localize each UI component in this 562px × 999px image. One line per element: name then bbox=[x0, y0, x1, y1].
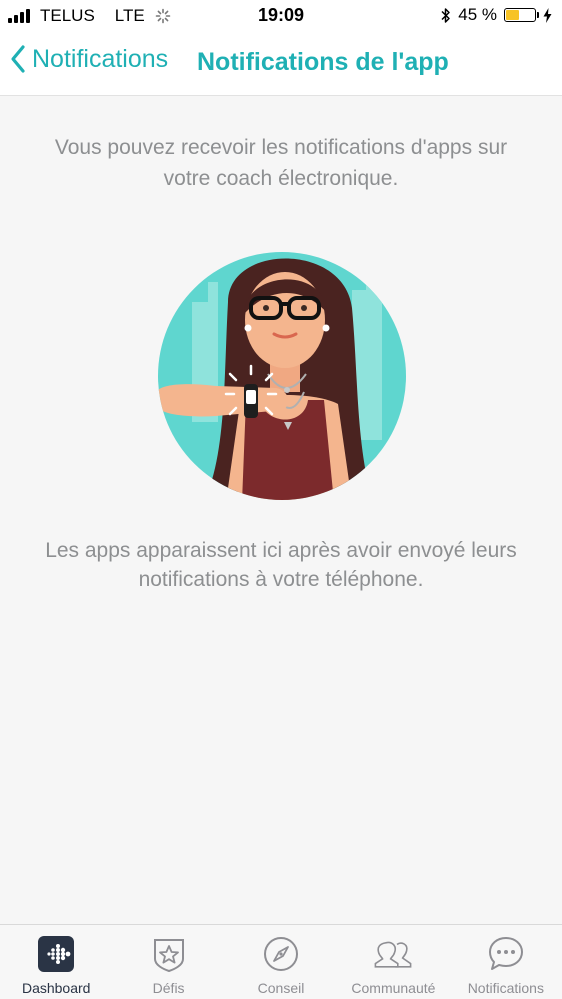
tab-label: Conseil bbox=[257, 980, 305, 996]
main-content: Vous pouvez recevoir les notifications d… bbox=[0, 96, 562, 924]
nav-header: Notifications Notifications de l'app bbox=[0, 34, 562, 96]
back-button-label: Notifications bbox=[32, 44, 169, 73]
woman-with-fitness-tracker-illustration bbox=[158, 252, 406, 500]
status-right: 45 % bbox=[441, 5, 552, 25]
chat-bubble-icon bbox=[486, 934, 526, 974]
charging-bolt-icon bbox=[543, 7, 552, 23]
status-bar: TELUS LTE 19:09 45 % bbox=[0, 0, 562, 34]
intro-text: Vous pouvez recevoir les notifications d… bbox=[54, 136, 508, 190]
tab-label: Dashboard bbox=[21, 980, 91, 996]
tab-notifications[interactable]: Notifications bbox=[450, 925, 562, 999]
tab-label: Communauté bbox=[351, 980, 436, 996]
battery-percent: 45 % bbox=[458, 5, 497, 24]
battery-fill bbox=[506, 10, 519, 20]
tab-defis[interactable]: Défis bbox=[112, 925, 224, 999]
dashboard-icon bbox=[36, 934, 76, 974]
page-title: Notifications de l'app bbox=[197, 48, 449, 76]
tab-conseil[interactable]: Conseil bbox=[225, 925, 337, 999]
compass-icon bbox=[261, 934, 301, 974]
chevron-left-icon bbox=[11, 45, 25, 73]
battery-icon bbox=[504, 8, 539, 22]
tab-bar: Dashboard Défis Conseil Communauté Notif… bbox=[0, 924, 562, 999]
info-text: Les apps apparaissent ici après avoir en… bbox=[45, 539, 517, 591]
bluetooth-icon bbox=[441, 7, 450, 23]
back-button[interactable]: Notifications bbox=[10, 44, 168, 74]
tab-dashboard[interactable]: Dashboard bbox=[0, 925, 112, 999]
tab-label: Notifications bbox=[467, 980, 544, 996]
people-icon bbox=[373, 934, 413, 974]
tab-communaute[interactable]: Communauté bbox=[337, 925, 449, 999]
tab-label: Défis bbox=[152, 980, 185, 996]
badge-star-icon bbox=[149, 934, 189, 974]
